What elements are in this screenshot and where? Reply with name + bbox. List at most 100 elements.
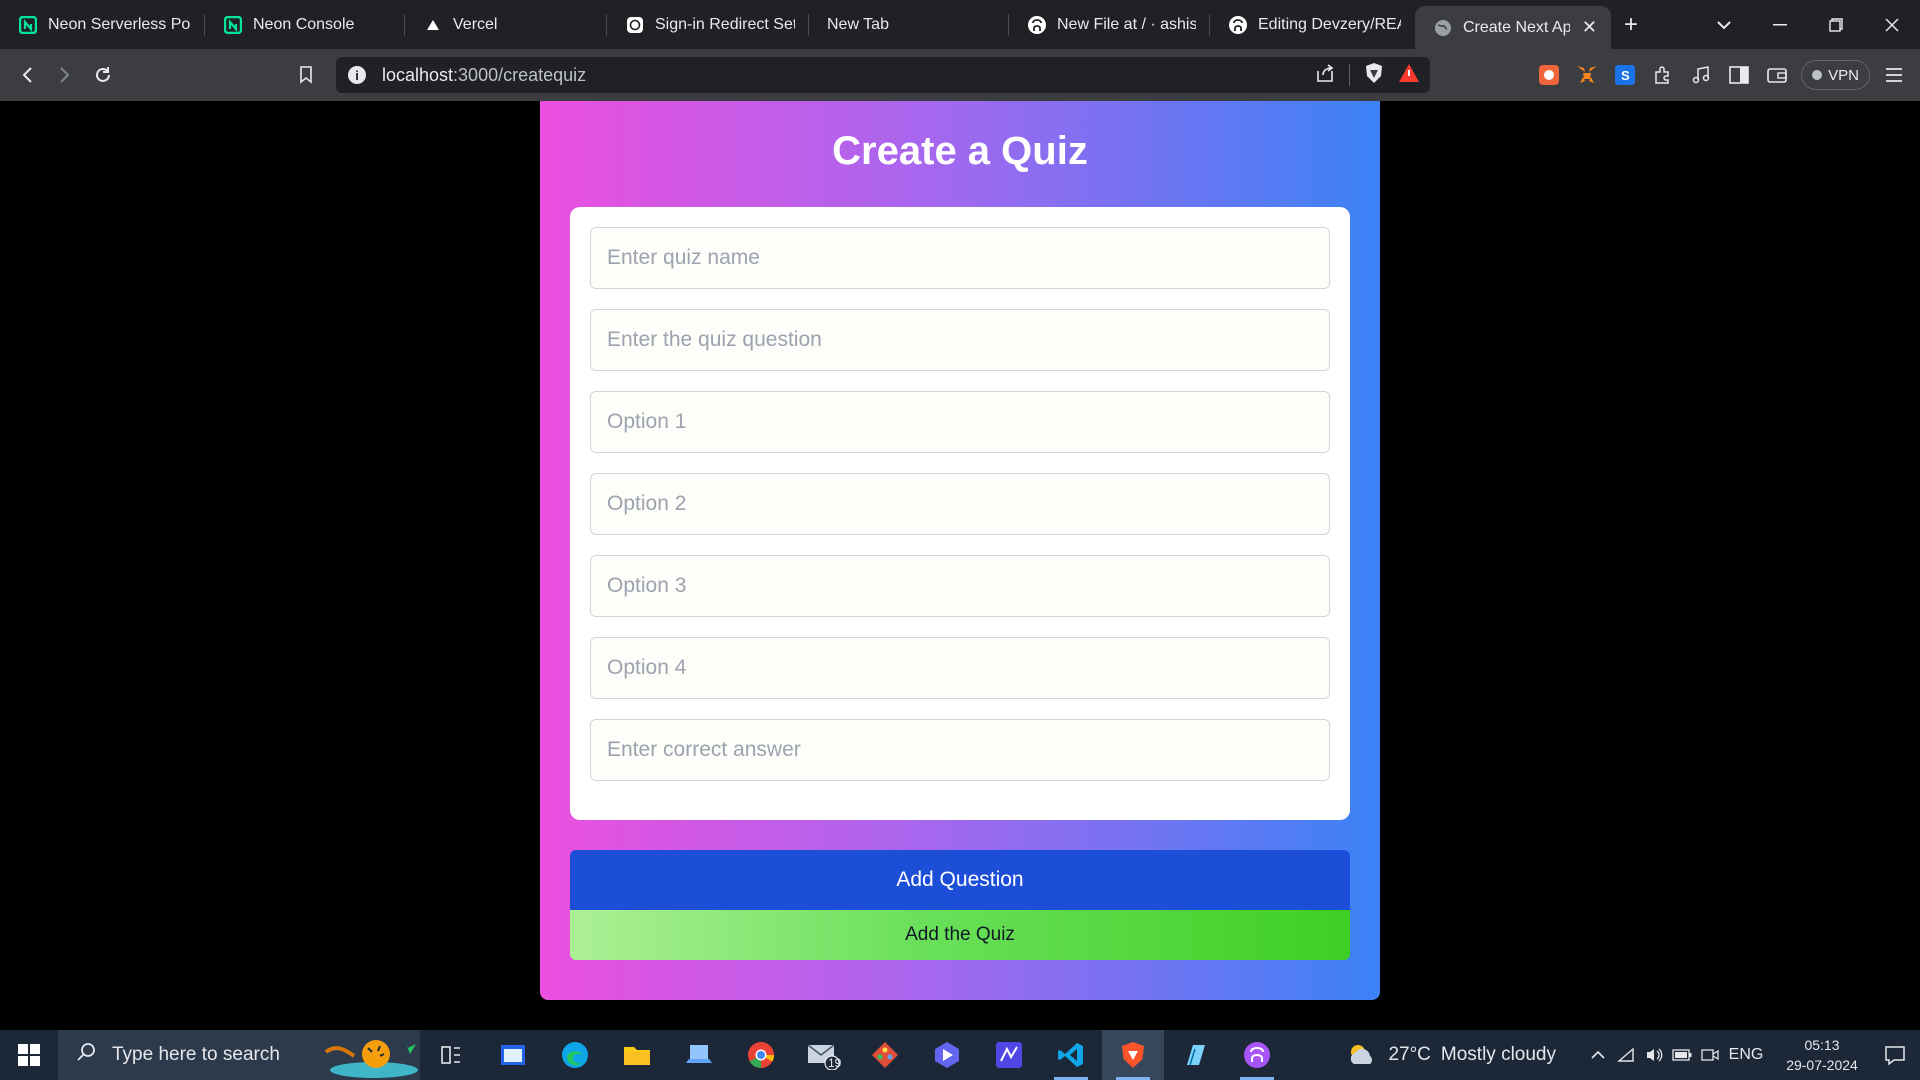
quiz-form [570, 207, 1350, 820]
add-question-button[interactable]: Add Question [570, 850, 1350, 910]
browser-toolbar: i localhost:3000/createquiz S VPN [0, 49, 1920, 101]
github-desktop-icon[interactable] [1226, 1030, 1288, 1080]
app-icon-purple-hex[interactable] [916, 1030, 978, 1080]
forward-button[interactable] [46, 56, 84, 94]
chrome-icon[interactable] [730, 1030, 792, 1080]
volume-icon[interactable] [1640, 1047, 1668, 1063]
brave-shields-icon[interactable] [1364, 62, 1384, 89]
vpn-status-icon [1812, 70, 1823, 80]
svg-text:S: S [1621, 68, 1630, 83]
page-title: Create a Quiz [832, 129, 1088, 173]
add-quiz-button[interactable]: Add the Quiz [570, 910, 1350, 960]
page-viewport: Create a Quiz Add Question Add the Quiz [0, 101, 1920, 1030]
weather-widget[interactable]: 27°C Mostly cloudy [1346, 1042, 1556, 1068]
weather-condition: Mostly cloudy [1440, 1044, 1556, 1065]
browser-tabstrip: Neon Serverless Post Neon Console Vercel… [0, 0, 1920, 49]
minimize-button[interactable] [1752, 0, 1808, 49]
vpn-button[interactable]: VPN [1801, 60, 1870, 90]
neon-icon [18, 15, 38, 35]
task-view-icon[interactable] [420, 1030, 482, 1080]
file-explorer-icon[interactable] [606, 1030, 668, 1080]
globe-icon [1433, 18, 1453, 38]
option-3-input[interactable] [590, 555, 1330, 617]
extensions-puzzle-icon[interactable] [1649, 61, 1677, 89]
tab-vercel[interactable]: Vercel [405, 0, 607, 49]
extension-icon-blue[interactable]: S [1611, 61, 1639, 89]
app-icon-purple-square[interactable] [978, 1030, 1040, 1080]
tab-title: Vercel [453, 15, 498, 33]
github-icon [1027, 15, 1047, 35]
git-kraken-icon[interactable] [854, 1030, 916, 1080]
app-icon-blue-pen[interactable] [1164, 1030, 1226, 1080]
tab-title: New Tab [827, 15, 889, 33]
windows-logo-icon [18, 1044, 40, 1066]
option-2-input[interactable] [590, 473, 1330, 535]
url-host: localhost [382, 64, 454, 85]
tab-neon-serverless[interactable]: Neon Serverless Post [0, 0, 205, 49]
correct-answer-input[interactable] [590, 719, 1330, 781]
restore-button[interactable] [1808, 0, 1864, 49]
bookmark-icon[interactable] [287, 56, 325, 94]
quiz-name-input[interactable] [590, 227, 1330, 289]
vercel-icon [423, 15, 443, 35]
close-window-button[interactable] [1864, 0, 1920, 49]
tab-create-next-app[interactable]: Create Next App ✕ [1415, 6, 1611, 49]
battery-icon[interactable] [1668, 1049, 1696, 1061]
vscode-icon[interactable] [1040, 1030, 1102, 1080]
tab-search-chevron-icon[interactable] [1696, 0, 1752, 49]
language-indicator[interactable]: ENG [1724, 1046, 1768, 1064]
cloud-sun-icon [1351, 1045, 1373, 1064]
brave-rewards-icon[interactable] [1398, 63, 1420, 88]
site-info-icon[interactable]: i [348, 66, 366, 84]
tab-github-editing[interactable]: Editing Devzery/REAI [1210, 0, 1415, 49]
search-placeholder: Type here to search [112, 1044, 280, 1065]
extension-icon-red[interactable] [1535, 61, 1563, 89]
option-1-input[interactable] [590, 391, 1330, 453]
close-tab-icon[interactable]: ✕ [1582, 17, 1597, 38]
openai-icon [625, 15, 645, 35]
tab-title: Neon Serverless Post [48, 15, 191, 33]
clock-time: 05:13 [1804, 1037, 1840, 1053]
clock-date: 29-07-2024 [1786, 1057, 1858, 1073]
option-4-input[interactable] [590, 637, 1330, 699]
taskbar-search[interactable]: Type here to search [58, 1030, 420, 1080]
menu-icon[interactable] [1880, 61, 1908, 89]
sidebar-icon[interactable] [1725, 61, 1753, 89]
address-bar[interactable]: i localhost:3000/createquiz [336, 57, 1430, 93]
tab-neon-console[interactable]: Neon Console [205, 0, 405, 49]
tab-title: Editing Devzery/REAI [1258, 15, 1401, 33]
tab-github-new-file[interactable]: New File at / · ashish [1009, 0, 1210, 49]
weather-temp: 27°C [1388, 1044, 1431, 1065]
github-icon [1228, 15, 1248, 35]
wallet-icon[interactable] [1763, 61, 1791, 89]
wifi-icon[interactable] [1612, 1047, 1640, 1063]
brave-icon[interactable] [1102, 1030, 1164, 1080]
vpn-label: VPN [1828, 66, 1859, 84]
search-icon [76, 1042, 96, 1068]
chevron-up-icon[interactable] [1584, 1050, 1612, 1060]
quiz-question-input[interactable] [590, 309, 1330, 371]
meet-now-icon[interactable] [1696, 1047, 1724, 1063]
system-clock[interactable]: 05:13 29-07-2024 [1774, 1035, 1870, 1075]
mail-icon[interactable]: 19 [792, 1030, 854, 1080]
neon-icon [223, 15, 243, 35]
edge-icon[interactable] [544, 1030, 606, 1080]
new-tab-button[interactable]: + [1611, 0, 1651, 49]
metamask-icon[interactable] [1573, 61, 1601, 89]
tab-sign-in-redirect[interactable]: Sign-in Redirect Setu [607, 0, 809, 49]
app-icon-laptop[interactable] [668, 1030, 730, 1080]
app-icon-blue-window[interactable] [482, 1030, 544, 1080]
media-icon[interactable] [1687, 61, 1715, 89]
reload-button[interactable] [84, 56, 122, 94]
notification-center-icon[interactable] [1870, 1044, 1920, 1066]
tab-title: Neon Console [253, 15, 355, 33]
share-icon[interactable] [1315, 63, 1335, 88]
back-button[interactable] [8, 56, 46, 94]
url-path: :3000/createquiz [453, 64, 587, 85]
tab-title: Create Next App [1463, 18, 1570, 36]
tab-new-tab[interactable]: New Tab [809, 0, 1009, 49]
windows-taskbar: Type here to search 19 27°C Mostly cloud… [0, 1030, 1920, 1080]
start-button[interactable] [0, 1030, 58, 1080]
mail-badge: 19 [828, 1056, 842, 1070]
search-highlight-tiger-icon [324, 1038, 418, 1078]
